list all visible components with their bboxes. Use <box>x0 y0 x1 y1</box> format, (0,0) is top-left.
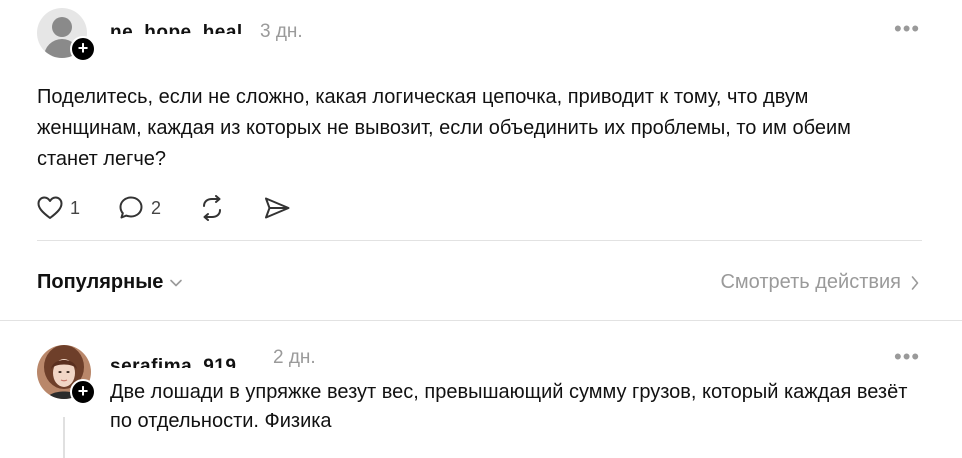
post-author-avatar[interactable]: + <box>37 8 96 62</box>
view-activity-link[interactable]: Смотреть действия <box>720 271 920 294</box>
reply-comment: + serafima_919 2 дн. ••• Две лошади в уп… <box>0 321 962 458</box>
sort-label: Популярные <box>37 271 164 293</box>
like-button[interactable]: 1 <box>37 196 80 220</box>
view-activity-label: Смотреть действия <box>720 271 901 293</box>
post-actions: 1 2 <box>37 193 291 223</box>
post: + ne_hope_heal 3 дн. ••• Поделитесь, есл… <box>0 0 962 320</box>
more-options-icon[interactable]: ••• <box>894 18 920 40</box>
post-author-username[interactable]: ne_hope_heal <box>110 20 243 34</box>
sort-dropdown[interactable]: Популярные <box>37 271 183 294</box>
repost-button[interactable] <box>199 195 225 221</box>
reply-text: Две лошади в упряжке везут вес, превышаю… <box>110 381 908 432</box>
comment-bubble-icon <box>119 196 143 219</box>
reply-author-username[interactable]: serafima_919 <box>110 354 236 368</box>
follow-plus-icon[interactable]: + <box>70 36 96 62</box>
more-options-icon[interactable]: ••• <box>894 346 920 368</box>
heart-icon <box>37 196 63 219</box>
reply-timestamp[interactable]: 2 дн. <box>273 347 316 369</box>
chevron-right-icon <box>911 275 919 290</box>
share-button[interactable] <box>263 196 291 220</box>
reply-author-avatar[interactable]: + <box>37 345 96 405</box>
thread-line <box>63 417 65 458</box>
comment-count: 2 <box>151 197 162 218</box>
repost-icon <box>203 195 222 221</box>
follow-plus-icon[interactable]: + <box>70 379 96 405</box>
post-timestamp[interactable]: 3 дн. <box>260 21 303 43</box>
divider <box>37 240 922 241</box>
post-text: Поделитесь, если не сложно, какая логиче… <box>37 86 851 170</box>
comment-button[interactable]: 2 <box>118 195 161 221</box>
like-count: 1 <box>70 197 81 218</box>
send-icon <box>265 197 290 219</box>
chevron-down-icon <box>170 279 183 286</box>
